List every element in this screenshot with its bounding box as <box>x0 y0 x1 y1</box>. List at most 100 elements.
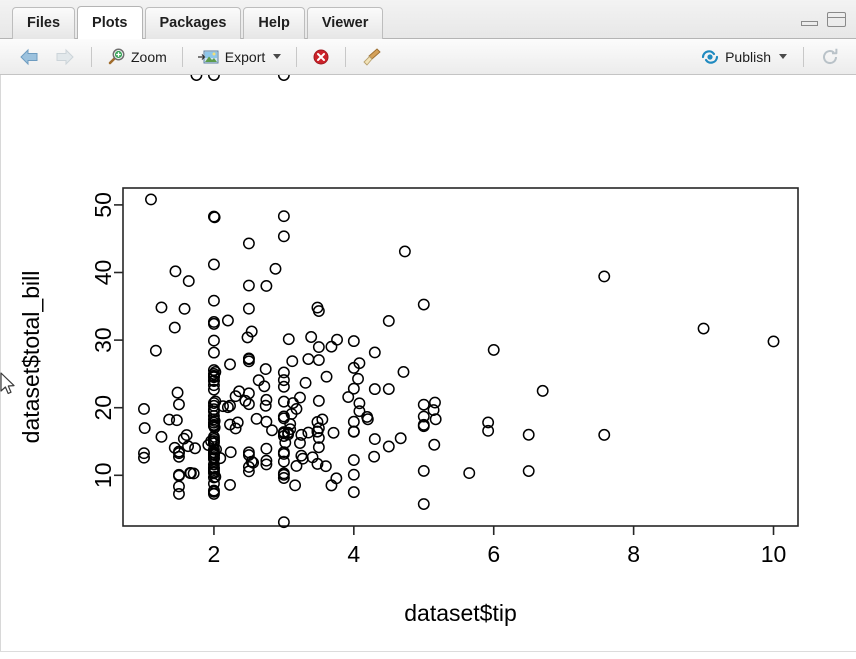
y-tick-label: 30 <box>90 327 116 353</box>
data-point <box>208 211 221 224</box>
data-point <box>299 376 312 389</box>
pane-bottom-edge <box>0 651 856 659</box>
chevron-down-icon[interactable] <box>273 54 282 59</box>
data-point <box>224 358 236 371</box>
data-point <box>207 346 220 359</box>
data-point <box>368 450 381 463</box>
data-point <box>598 428 611 441</box>
maximize-icon[interactable] <box>827 12 846 27</box>
data-point <box>382 315 395 327</box>
y-tick-label: 50 <box>90 192 116 218</box>
y-tick-label: 40 <box>90 260 116 286</box>
data-point <box>347 486 360 499</box>
data-point <box>250 412 263 425</box>
data-point <box>327 426 340 439</box>
data-point <box>178 302 191 315</box>
previous-plot-button[interactable] <box>14 46 44 68</box>
tab-help[interactable]: Help <box>243 7 305 39</box>
data-point <box>260 280 273 292</box>
refresh-icon <box>823 48 838 64</box>
clear-all-plots-button[interactable] <box>357 45 387 69</box>
data-point <box>767 335 780 348</box>
tab-plots[interactable]: Plots <box>77 6 143 39</box>
x-tick-label: 2 <box>208 541 221 567</box>
publish-label: Publish <box>725 48 771 65</box>
remove-plot-button[interactable] <box>308 46 334 68</box>
plot-frame <box>122 187 799 527</box>
data-point <box>173 487 185 500</box>
data-point <box>155 301 168 314</box>
tab-packages[interactable]: Packages <box>144 7 242 39</box>
export-button[interactable]: Export <box>194 46 285 68</box>
export-label: Export <box>224 48 266 65</box>
data-point <box>347 468 360 481</box>
data-point <box>171 386 184 399</box>
data-point <box>259 363 272 376</box>
data-point <box>277 210 290 223</box>
data-point <box>207 258 220 271</box>
data-point <box>331 333 343 346</box>
x-tick-label: 6 <box>487 541 500 567</box>
plot-marks: 2 4 6 8 10 10 20 30 40 50 dataset$tip dataset$total… <box>18 75 799 626</box>
data-point <box>536 384 549 397</box>
data-point <box>302 353 315 365</box>
publish-button[interactable]: Publish <box>696 46 791 68</box>
data-point <box>266 424 278 437</box>
data-point <box>182 275 195 288</box>
data-point <box>522 465 535 477</box>
data-point <box>325 479 338 492</box>
data-point <box>417 498 430 510</box>
y-tick-label: 10 <box>90 463 116 489</box>
data-point <box>260 442 273 455</box>
data-point <box>368 383 381 396</box>
next-plot-button[interactable] <box>50 46 80 68</box>
data-point <box>417 298 430 311</box>
toolbar-right-group: Publish <box>696 39 844 74</box>
minimize-icon[interactable] <box>801 14 818 26</box>
zoom-button[interactable]: Zoom <box>103 45 171 68</box>
data-point <box>207 75 220 81</box>
magnifier-plus-icon <box>108 48 125 65</box>
data-point <box>368 346 381 359</box>
data-point <box>277 380 290 393</box>
data-point <box>347 415 360 428</box>
tab-files[interactable]: Files <box>12 7 76 39</box>
x-tick-label: 8 <box>627 541 640 567</box>
data-point <box>429 396 441 409</box>
remove-plot-icon <box>313 49 329 64</box>
data-point <box>286 355 299 368</box>
data-point <box>168 321 181 334</box>
data-point <box>258 380 271 393</box>
y-tick-label: 20 <box>90 395 116 421</box>
export-image-icon <box>197 50 219 63</box>
data-point <box>149 344 162 357</box>
back-arrow-icon <box>20 48 38 65</box>
forward-arrow-icon <box>56 48 74 65</box>
data-point <box>242 279 255 292</box>
data-point <box>417 398 430 411</box>
data-point <box>397 365 410 378</box>
data-point <box>312 341 325 354</box>
plot-surface[interactable]: 2 4 6 8 10 10 20 30 40 50 dataset$tip dataset$total… <box>0 75 856 651</box>
data-point <box>347 454 360 466</box>
toolbar-separator <box>345 46 347 67</box>
refresh-button[interactable] <box>816 45 844 69</box>
data-point <box>347 382 360 395</box>
tab-list: Files Plots Packages Help Viewer <box>12 6 385 39</box>
data-point <box>330 472 343 485</box>
data-point <box>207 294 220 307</box>
window-controls <box>801 12 846 27</box>
toolbar-separator <box>296 46 298 67</box>
data-point <box>398 245 411 258</box>
data-point <box>277 230 290 243</box>
data-point <box>169 265 182 278</box>
data-point <box>294 391 306 404</box>
toolbar-left-group: Zoom Export <box>14 39 387 74</box>
data-point <box>428 438 441 451</box>
data-point <box>352 372 364 385</box>
data-point <box>290 460 303 472</box>
chevron-down-icon[interactable] <box>779 54 787 59</box>
tab-viewer[interactable]: Viewer <box>306 7 384 39</box>
toolbar-separator <box>803 46 804 67</box>
data-point <box>347 425 360 438</box>
